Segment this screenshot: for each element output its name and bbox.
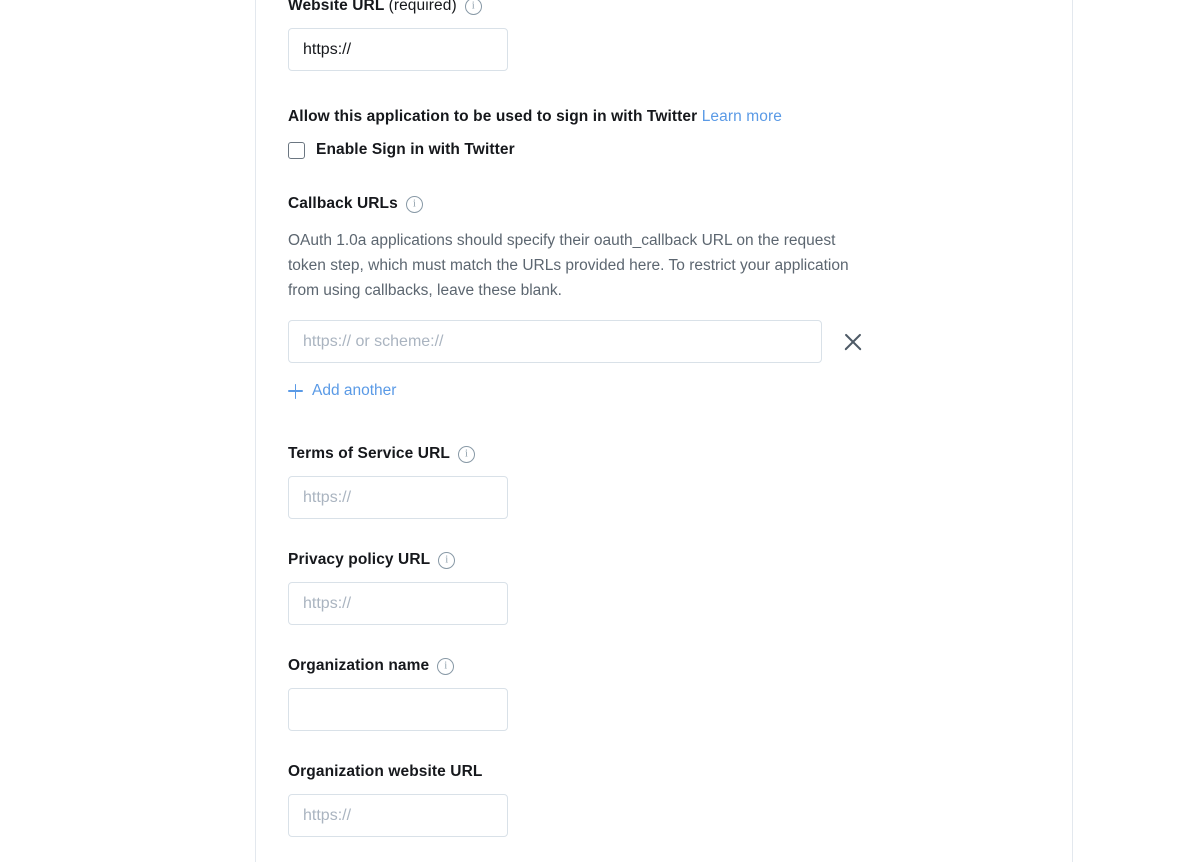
terms-of-service-label-row: Terms of Service URL	[288, 444, 508, 464]
info-icon[interactable]	[464, 0, 482, 16]
callback-urls-help-text: OAuth 1.0a applications should specify t…	[288, 232, 849, 300]
organization-name-label: Organization name	[288, 657, 430, 674]
info-icon[interactable]	[438, 552, 456, 570]
enable-sign-in-row[interactable]: Enable Sign in with Twitter	[288, 141, 782, 159]
organization-name-input[interactable]	[288, 688, 508, 732]
privacy-policy-url-field: Privacy policy URL	[288, 550, 508, 626]
app-settings-page: Website URL (required) Allow this applic…	[0, 0, 1200, 862]
plus-icon	[288, 383, 303, 399]
privacy-policy-label: Privacy policy URL	[288, 551, 431, 568]
website-url-input[interactable]	[288, 28, 508, 72]
callback-urls-section: Callback URLs OAuth 1.0a applications sh…	[288, 194, 866, 404]
learn-more-link[interactable]: Learn more	[702, 108, 782, 125]
callback-urls-label-row: Callback URLs	[288, 194, 866, 214]
close-icon[interactable]	[840, 329, 866, 355]
info-icon[interactable]	[437, 658, 455, 676]
terms-of-service-url-input[interactable]	[288, 476, 508, 520]
website-url-label: Website URL (required)	[288, 0, 457, 15]
info-icon[interactable]	[457, 446, 475, 464]
organization-name-field: Organization name	[288, 656, 508, 732]
callback-url-row	[288, 320, 866, 364]
enable-sign-in-checkbox[interactable]	[288, 141, 305, 159]
callback-urls-label: Callback URLs	[288, 195, 398, 212]
organization-website-url-input[interactable]	[288, 794, 508, 838]
privacy-policy-url-input[interactable]	[288, 582, 508, 626]
organization-website-url-field: Organization website URL	[288, 762, 508, 838]
add-another-label: Add another	[312, 382, 397, 400]
sign-in-heading: Allow this application to be used to sig…	[288, 107, 782, 127]
terms-of-service-url-field: Terms of Service URL	[288, 444, 508, 520]
organization-website-label-row: Organization website URL	[288, 762, 508, 781]
organization-website-label: Organization website URL	[288, 763, 483, 780]
sign-in-heading-text: Allow this application to be used to sig…	[288, 108, 698, 125]
info-icon[interactable]	[405, 196, 423, 214]
website-url-label-row: Website URL (required)	[288, 0, 508, 16]
enable-sign-in-label: Enable Sign in with Twitter	[316, 141, 515, 159]
organization-name-label-row: Organization name	[288, 656, 508, 676]
sign-in-with-twitter-section: Allow this application to be used to sig…	[288, 107, 782, 159]
terms-of-service-label: Terms of Service URL	[288, 445, 450, 462]
callback-url-input[interactable]	[288, 320, 822, 364]
privacy-policy-label-row: Privacy policy URL	[288, 550, 508, 570]
column-divider-left	[255, 0, 256, 862]
website-url-required-note: (required)	[388, 0, 457, 14]
website-url-field: Website URL (required)	[288, 0, 508, 72]
add-another-button[interactable]: Add another	[288, 382, 396, 400]
column-divider-right	[1072, 0, 1073, 862]
